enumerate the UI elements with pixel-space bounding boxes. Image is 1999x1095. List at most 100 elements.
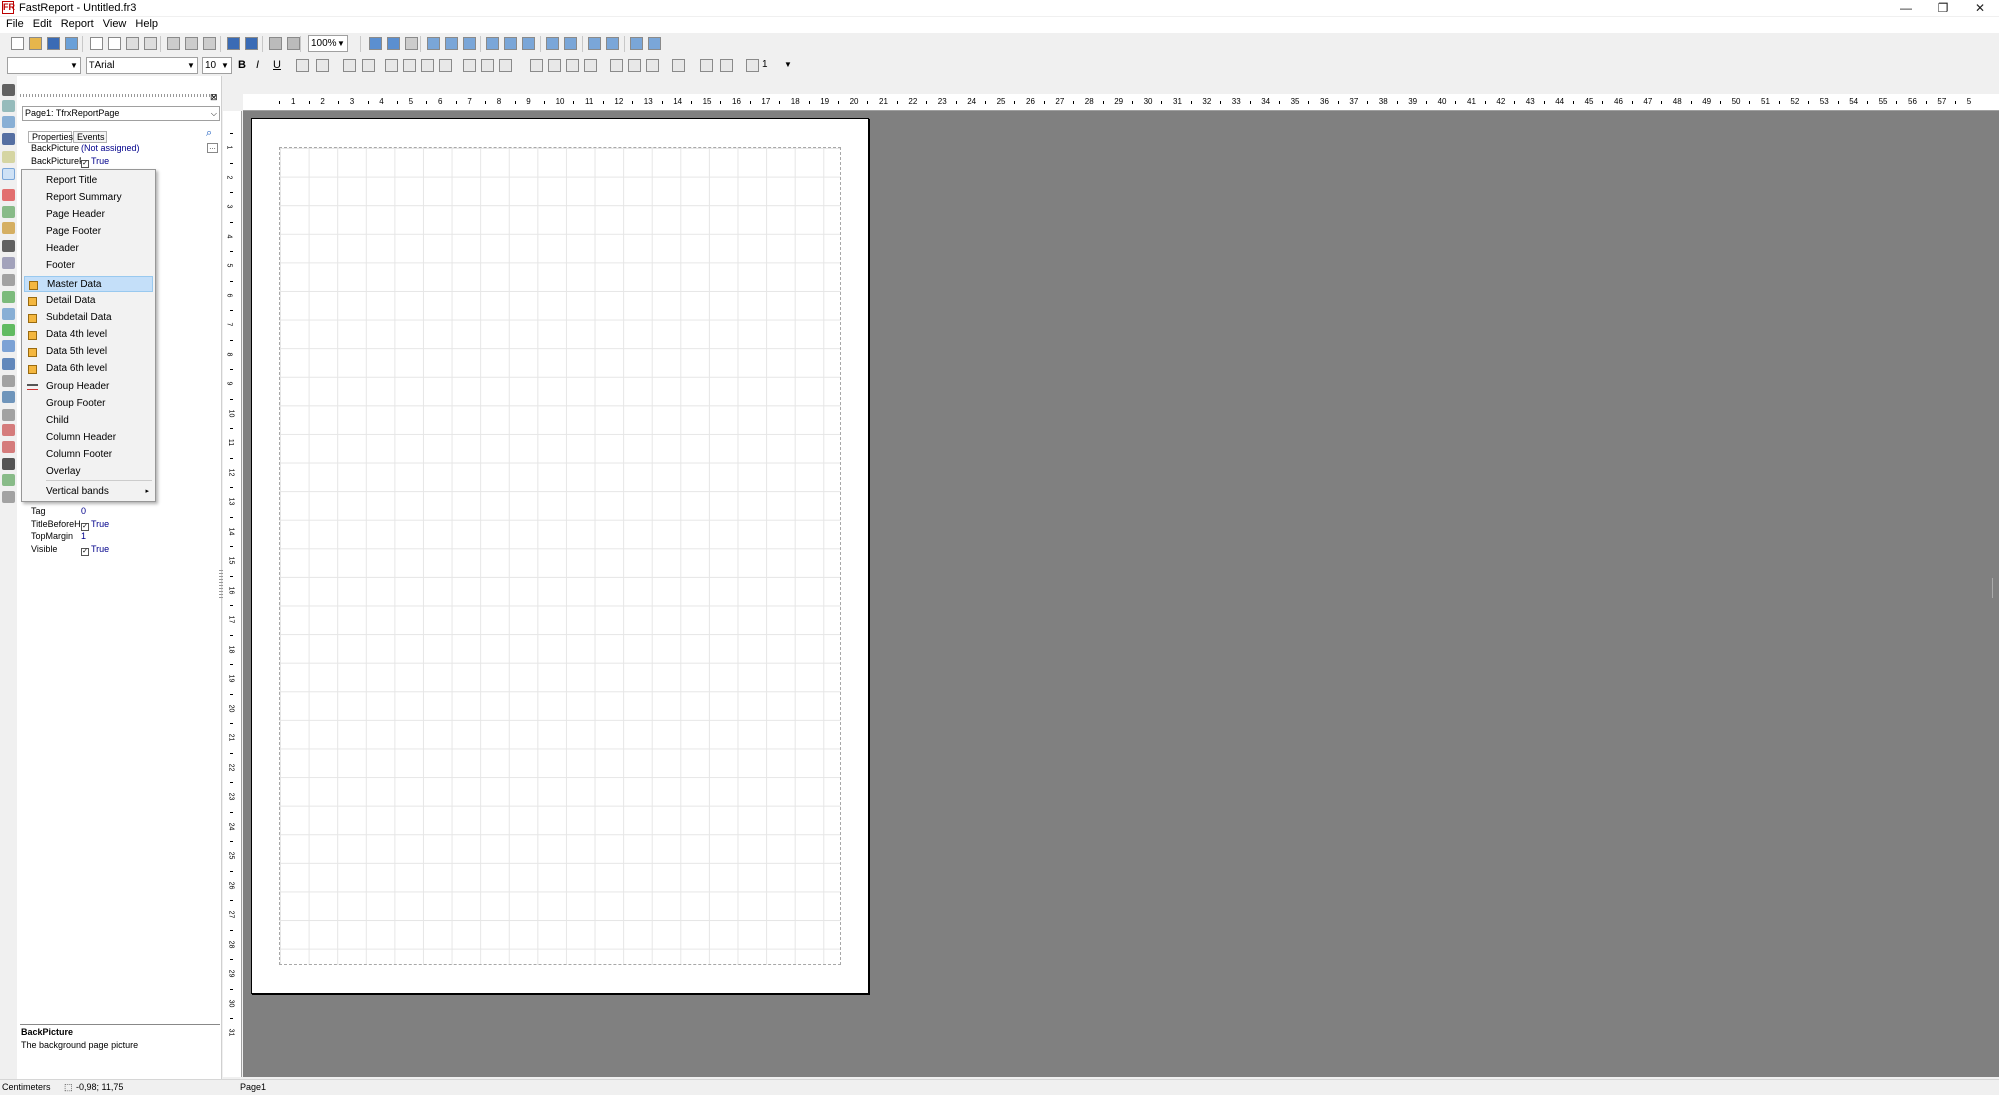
- menu-item-view[interactable]: View: [97, 17, 130, 30]
- checkbox-icon[interactable]: ✓: [81, 159, 89, 168]
- redo-icon[interactable]: [245, 37, 258, 50]
- format-painter-icon[interactable]: [2, 151, 15, 163]
- align-right-icon[interactable]: [463, 37, 476, 50]
- frame-none-icon[interactable]: [628, 59, 641, 72]
- property-value[interactable]: ✓ True: [81, 518, 109, 531]
- rich-text-icon[interactable]: [2, 291, 15, 303]
- same-width-icon[interactable]: [630, 37, 643, 50]
- chevron-down-icon[interactable]: ▼: [784, 60, 792, 69]
- close-button[interactable]: ✕: [1962, 0, 1998, 16]
- hand-tool-icon[interactable]: [2, 100, 15, 112]
- map-icon[interactable]: [2, 474, 15, 486]
- align-bottom-icon[interactable]: [522, 37, 535, 50]
- gauge-icon[interactable]: [2, 424, 15, 436]
- bold-button[interactable]: B: [238, 59, 251, 72]
- ole-icon[interactable]: [2, 409, 15, 421]
- zoom-combo[interactable]: 100% ▼: [308, 35, 348, 52]
- menu-item-subdetail-data[interactable]: Subdetail Data: [24, 310, 153, 326]
- align-left-icon[interactable]: [427, 37, 440, 50]
- minimize-button[interactable]: —: [1888, 0, 1924, 16]
- menu-item-help[interactable]: Help: [129, 17, 161, 30]
- menu-item-report-summary[interactable]: Report Summary: [24, 190, 153, 206]
- underline-button[interactable]: U: [273, 59, 286, 72]
- search-icon[interactable]: ⌕: [206, 127, 212, 140]
- style-combo[interactable]: ▼: [7, 57, 81, 74]
- frame-edit-icon[interactable]: [646, 59, 659, 72]
- font-name-combo[interactable]: TArial ▼: [86, 57, 198, 74]
- gauge2-icon[interactable]: [2, 441, 15, 453]
- fill-color-icon[interactable]: [672, 59, 685, 72]
- property-row[interactable]: BackPicture (Not assigned): [30, 142, 220, 154]
- cut-icon[interactable]: [167, 37, 180, 50]
- menu-item-report[interactable]: Report: [55, 17, 97, 30]
- picture-icon[interactable]: [2, 206, 15, 218]
- frame-top-icon[interactable]: [530, 59, 543, 72]
- number-icon[interactable]: [2, 458, 15, 470]
- property-row[interactable]: Tag 0: [30, 505, 220, 517]
- menu-item-overlay[interactable]: Overlay: [24, 464, 153, 480]
- center-horiz-icon[interactable]: [445, 37, 458, 50]
- new-page-icon[interactable]: [90, 37, 103, 50]
- open-icon[interactable]: [29, 37, 42, 50]
- center-vert-icon[interactable]: [504, 37, 517, 50]
- valign-top-icon[interactable]: [463, 59, 476, 72]
- shape-icon[interactable]: [2, 375, 15, 387]
- checkbox-icon[interactable]: ✓: [81, 547, 89, 556]
- property-row[interactable]: BackPictureP ✓ True: [30, 155, 220, 168]
- property-row[interactable]: TopMargin 1: [30, 530, 220, 542]
- align-text-left-icon[interactable]: [385, 59, 398, 72]
- property-row[interactable]: TitleBeforeH ✓ True: [30, 518, 220, 531]
- frame-bottom-icon[interactable]: [548, 59, 561, 72]
- align-text-right-icon[interactable]: [421, 59, 434, 72]
- panel-grip[interactable]: [20, 94, 216, 97]
- paste-icon[interactable]: [203, 37, 216, 50]
- valign-center-icon[interactable]: [481, 59, 494, 72]
- copy-icon[interactable]: [185, 37, 198, 50]
- menu-item-vertical-bands[interactable]: Vertical bands ▸: [24, 484, 153, 500]
- sum-icon[interactable]: [2, 240, 15, 252]
- memo-icon[interactable]: [2, 189, 15, 201]
- same-height-icon[interactable]: [648, 37, 661, 50]
- gradient-icon[interactable]: [2, 391, 15, 403]
- frame-left-icon[interactable]: [566, 59, 579, 72]
- property-value[interactable]: (Not assigned): [81, 142, 140, 154]
- menu-item-report-title[interactable]: Report Title: [24, 173, 153, 189]
- space-vert-icon[interactable]: [564, 37, 577, 50]
- line-icon[interactable]: [2, 340, 15, 352]
- menu-item-data-4th-level[interactable]: Data 4th level: [24, 327, 153, 343]
- new-report-icon[interactable]: [11, 37, 24, 50]
- menu-item-group-header[interactable]: Group Header: [24, 379, 153, 395]
- menu-item-data-5th-level[interactable]: Data 5th level: [24, 344, 153, 360]
- space-horiz-icon[interactable]: [546, 37, 559, 50]
- frame-color-icon[interactable]: [720, 59, 733, 72]
- frame-right-icon[interactable]: [584, 59, 597, 72]
- rotate-text-icon[interactable]: [343, 59, 356, 72]
- insert-band-icon[interactable]: [2, 168, 15, 180]
- menu-item-file[interactable]: File: [0, 17, 27, 30]
- text-tool-icon[interactable]: [2, 133, 15, 145]
- preview-icon[interactable]: [65, 37, 78, 50]
- system-text-icon[interactable]: [2, 257, 15, 269]
- show-grid-icon[interactable]: [369, 37, 382, 50]
- right-splitter[interactable]: [1992, 578, 1998, 598]
- center-window-h-icon[interactable]: [588, 37, 601, 50]
- frame-shadow-icon[interactable]: [700, 59, 713, 72]
- valign-bottom-icon[interactable]: [499, 59, 512, 72]
- frame-style-icon[interactable]: [746, 59, 759, 72]
- menu-item-header[interactable]: Header: [24, 241, 153, 257]
- font-size-combo[interactable]: 10 ▼: [202, 57, 232, 74]
- align-top-icon[interactable]: [486, 37, 499, 50]
- subreport-icon[interactable]: [2, 222, 15, 234]
- menu-item-detail-data[interactable]: Detail Data: [24, 293, 153, 309]
- ungroup-icon[interactable]: [287, 37, 300, 50]
- italic-button[interactable]: I: [256, 59, 269, 72]
- chart-icon[interactable]: [2, 358, 15, 370]
- property-value[interactable]: ✓ True: [81, 155, 109, 168]
- page-grid[interactable]: [279, 147, 841, 965]
- property-row[interactable]: Visible ✓ True: [30, 543, 220, 556]
- zoom-tool-icon[interactable]: [2, 116, 15, 128]
- menu-item-column-header[interactable]: Column Header: [24, 430, 153, 446]
- undo-icon[interactable]: [227, 37, 240, 50]
- property-value[interactable]: 1: [81, 530, 86, 542]
- menu-item-group-footer[interactable]: Group Footer: [24, 396, 153, 412]
